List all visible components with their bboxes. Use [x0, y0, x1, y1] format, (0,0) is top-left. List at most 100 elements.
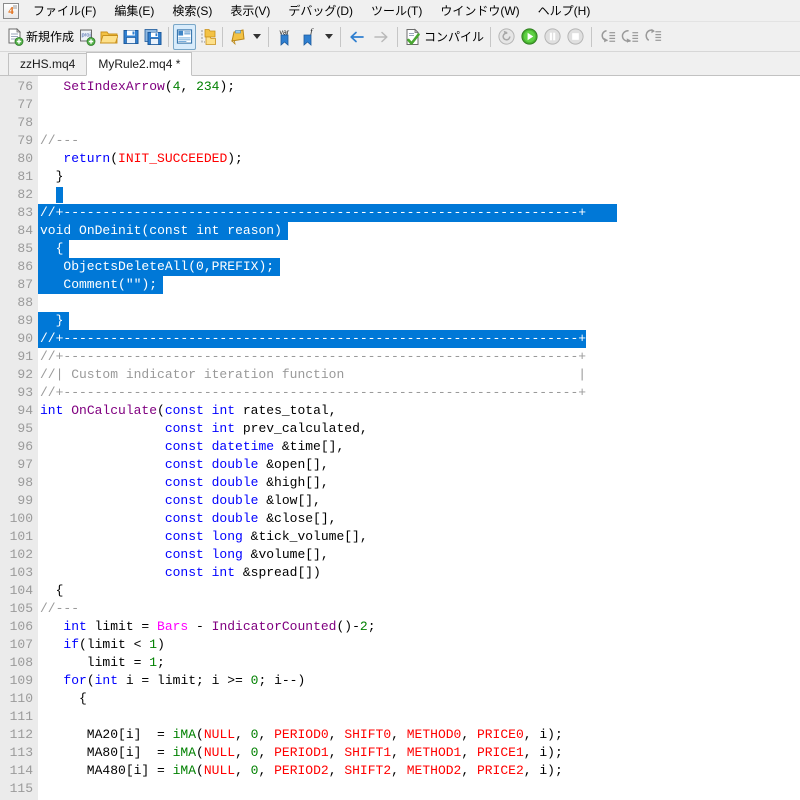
menu-file[interactable]: ファイル(F): [24, 1, 105, 21]
forward-button[interactable]: [369, 24, 393, 50]
menu-help[interactable]: ヘルプ(H): [529, 1, 600, 21]
code-line-text[interactable]: ObjectsDeleteAll(0,PREFIX);: [38, 258, 281, 276]
code-line[interactable]: 88: [0, 294, 800, 312]
code-content[interactable]: 76 SetIndexArrow(4, 234); 77 78 79//--- 80 r…: [0, 76, 800, 798]
code-line[interactable]: 91 //+-----------------------------------…: [0, 348, 800, 366]
code-line[interactable]: 76 SetIndexArrow(4, 234);: [0, 78, 800, 96]
code-line-text[interactable]: return(INIT_SUCCEEDED);: [38, 150, 242, 168]
code-line-text[interactable]: const int prev_calculated,: [38, 420, 368, 438]
code-line[interactable]: 84 void OnDeinit(const int reason): [0, 222, 800, 240]
code-line-text[interactable]: Comment("");: [38, 276, 164, 294]
code-line-text[interactable]: const double &low[],: [38, 492, 321, 510]
code-editor[interactable]: 76 SetIndexArrow(4, 234); 77 78 79//--- 80 r…: [0, 76, 800, 800]
code-line-text[interactable]: //---: [38, 600, 79, 618]
code-line-text[interactable]: [38, 186, 56, 204]
code-line[interactable]: 110 {: [0, 690, 800, 708]
code-line[interactable]: 79 //---: [0, 132, 800, 150]
code-line-text[interactable]: SetIndexArrow(4, 234);: [38, 78, 235, 96]
save-button[interactable]: [120, 24, 142, 50]
code-line[interactable]: 106 int limit = Bars - IndicatorCounted(…: [0, 618, 800, 636]
menu-debug[interactable]: デバッグ(D): [279, 1, 362, 21]
code-line[interactable]: 99 const double &low[],: [0, 492, 800, 510]
toolbox-toggle-button[interactable]: [196, 24, 218, 50]
code-line-text[interactable]: limit = 1;: [38, 654, 165, 672]
code-line-text[interactable]: const long &tick_volume[],: [38, 528, 368, 546]
code-line-text[interactable]: //+-------------------------------------…: [38, 348, 586, 366]
step-out-button[interactable]: [642, 24, 665, 50]
tab-myrule2[interactable]: MyRule2.mq4 *: [86, 52, 193, 76]
code-line-text[interactable]: for(int i = limit; i >= 0; i--): [38, 672, 305, 690]
code-line[interactable]: 103 const int &spread[]): [0, 564, 800, 582]
code-line[interactable]: 90 //+-----------------------------------…: [0, 330, 800, 348]
code-line[interactable]: 113 MA80[i] = iMA(NULL, 0, PERIOD1, SHIF…: [0, 744, 800, 762]
tab-zzhs[interactable]: zzHS.mq4: [8, 53, 88, 75]
code-line-text[interactable]: {: [38, 582, 64, 600]
back-button[interactable]: [345, 24, 369, 50]
code-line-text[interactable]: }: [38, 168, 64, 186]
code-line[interactable]: 107 if(limit < 1): [0, 636, 800, 654]
code-line-text[interactable]: int OnCalculate(const int rates_total,: [38, 402, 337, 420]
code-line-text[interactable]: //---: [38, 132, 79, 150]
code-line[interactable]: 82: [0, 186, 800, 204]
code-line-text[interactable]: const datetime &time[],: [38, 438, 344, 456]
code-line[interactable]: 78: [0, 114, 800, 132]
start-button[interactable]: [518, 24, 541, 50]
code-line-text[interactable]: void OnDeinit(const int reason): [38, 222, 289, 240]
save-all-button[interactable]: [142, 24, 164, 50]
code-line[interactable]: 95 const int prev_calculated,: [0, 420, 800, 438]
code-line[interactable]: 96 const datetime &time[],: [0, 438, 800, 456]
code-line[interactable]: 92 //| Custom indicator iteration functio…: [0, 366, 800, 384]
insert-function-button[interactable]: f: [297, 24, 321, 50]
code-line-text[interactable]: if(limit < 1): [38, 636, 164, 654]
code-line-text[interactable]: //+-------------------------------------…: [38, 204, 617, 222]
menu-window[interactable]: ウインドウ(W): [431, 1, 528, 21]
code-line-text[interactable]: int limit = Bars - IndicatorCounted()-2;: [38, 618, 375, 636]
code-line-text[interactable]: const double &close[],: [38, 510, 337, 528]
code-line-text[interactable]: MA480[i] = iMA(NULL, 0, PERIOD2, SHIFT2,…: [38, 762, 563, 780]
code-line[interactable]: 109 for(int i = limit; i >= 0; i--): [0, 672, 800, 690]
menu-tools[interactable]: ツール(T): [362, 1, 431, 21]
code-line[interactable]: 114 MA480[i] = iMA(NULL, 0, PERIOD2, SHI…: [0, 762, 800, 780]
code-line-text[interactable]: const double &open[],: [38, 456, 329, 474]
code-line[interactable]: 94 int OnCalculate(const int rates_total,: [0, 402, 800, 420]
code-line[interactable]: 97 const double &open[],: [0, 456, 800, 474]
code-line[interactable]: 101 const long &tick_volume[],: [0, 528, 800, 546]
code-line[interactable]: 111: [0, 708, 800, 726]
code-line-text[interactable]: const double &high[],: [38, 474, 329, 492]
code-line[interactable]: 93 //+-----------------------------------…: [0, 384, 800, 402]
code-line[interactable]: 87 Comment("");: [0, 276, 800, 294]
open-button[interactable]: [98, 24, 120, 50]
styler-button[interactable]: [227, 24, 249, 50]
code-line-text[interactable]: const int &spread[]): [38, 564, 321, 582]
code-line[interactable]: 102 const long &volume[],: [0, 546, 800, 564]
insert-function-dropdown-button[interactable]: [321, 24, 336, 50]
code-line[interactable]: 80 return(INIT_SUCCEEDED);: [0, 150, 800, 168]
code-line[interactable]: 104 {: [0, 582, 800, 600]
menu-search[interactable]: 検索(S): [163, 1, 221, 21]
stop-button[interactable]: [564, 24, 587, 50]
code-line[interactable]: 108 limit = 1;: [0, 654, 800, 672]
compile-button[interactable]: コンパイル: [402, 24, 486, 50]
code-line-text[interactable]: {: [38, 240, 70, 258]
code-line-text[interactable]: MA20[i] = iMA(NULL, 0, PERIOD0, SHIFT0, …: [38, 726, 563, 744]
code-line[interactable]: 85 {: [0, 240, 800, 258]
code-line[interactable]: 100 const double &close[],: [0, 510, 800, 528]
step-into-button[interactable]: [596, 24, 619, 50]
menu-edit[interactable]: 編集(E): [105, 1, 163, 21]
code-line[interactable]: 81 }: [0, 168, 800, 186]
code-line-text[interactable]: {: [38, 690, 87, 708]
step-over-button[interactable]: [619, 24, 642, 50]
code-line-text[interactable]: //| Custom indicator iteration function …: [38, 366, 586, 384]
navigator-toggle-button[interactable]: [173, 23, 197, 50]
new-project-button[interactable]: proj: [76, 24, 98, 50]
code-line-text[interactable]: const long &volume[],: [38, 546, 329, 564]
code-line-text[interactable]: }: [38, 312, 70, 330]
code-line[interactable]: 115: [0, 780, 800, 798]
restart-button[interactable]: [495, 24, 518, 50]
code-line[interactable]: 77: [0, 96, 800, 114]
code-line[interactable]: 83 //+-----------------------------------…: [0, 204, 800, 222]
code-line[interactable]: 98 const double &high[],: [0, 474, 800, 492]
new-file-button[interactable]: 新規作成: [2, 24, 76, 50]
insert-variable-button[interactable]: var: [273, 24, 297, 50]
code-line[interactable]: 86 ObjectsDeleteAll(0,PREFIX);: [0, 258, 800, 276]
